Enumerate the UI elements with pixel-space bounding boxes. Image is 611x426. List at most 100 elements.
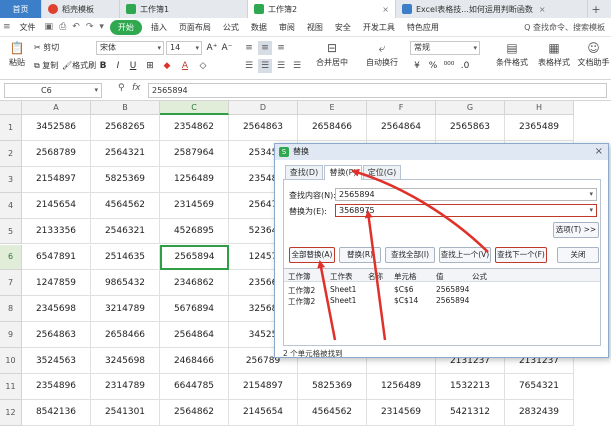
cell-g1[interactable]: 2565863 — [436, 115, 505, 141]
fx-label[interactable]: fx — [132, 83, 141, 93]
cell-c12[interactable]: 2564862 — [160, 399, 229, 426]
tab-docer-templates[interactable]: 稻壳模板 — [42, 0, 120, 18]
cell-h11[interactable]: 7654321 — [505, 374, 574, 400]
align-top-icon[interactable]: ≡ — [242, 41, 256, 55]
align-right-icon[interactable]: ☰ — [274, 59, 288, 73]
cell-a10[interactable]: 3524563 — [22, 348, 91, 374]
cell-a4[interactable]: 2145654 — [22, 192, 91, 219]
cell-e12[interactable]: 4564562 — [298, 399, 367, 426]
column-header-a[interactable]: A — [22, 101, 91, 115]
bold-button[interactable]: B — [96, 59, 110, 73]
cell-a6[interactable]: 6547891 — [22, 244, 91, 271]
thousands-separator-icon[interactable]: ⁰⁰⁰ — [442, 59, 456, 73]
column-header-f[interactable]: F — [367, 101, 436, 115]
fill-color-icon[interactable]: ◆ — [160, 59, 174, 73]
cell-a3[interactable]: 2154897 — [22, 166, 91, 193]
options-button[interactable]: 选项(T) >> — [553, 222, 599, 238]
row-header-1[interactable]: 1 — [0, 115, 22, 141]
cell-b1[interactable]: 2568265 — [91, 115, 160, 141]
find-previous-button[interactable]: 查找上一个(V) — [439, 247, 491, 263]
menu-developer[interactable]: 开发工具 — [357, 22, 401, 33]
menu-review[interactable]: 审阅 — [273, 22, 301, 33]
replace-button[interactable]: 替换(R) — [339, 247, 381, 263]
decrease-font-icon[interactable]: A⁻ — [220, 41, 234, 55]
cell-f11[interactable]: 1256489 — [367, 374, 436, 400]
cell-f12[interactable]: 2314569 — [367, 399, 436, 426]
cell-a5[interactable]: 2133356 — [22, 218, 91, 245]
cell-e1[interactable]: 2658466 — [298, 115, 367, 141]
cell-c9[interactable]: 2564864 — [160, 322, 229, 349]
wrap-text-button[interactable]: ⤶ 自动换行 — [360, 41, 404, 68]
menu-data[interactable]: 数据 — [245, 22, 273, 33]
row-header-3[interactable]: 3 — [0, 166, 22, 193]
print-icon[interactable]: ⎙ — [56, 22, 69, 32]
result-row-1-workbook[interactable]: 工作簿2 — [288, 285, 315, 296]
select-all-corner[interactable] — [0, 101, 22, 115]
align-left-icon[interactable]: ☰ — [242, 59, 256, 73]
borders-icon[interactable]: ⊞ — [143, 59, 157, 73]
row-header-12[interactable]: 12 — [0, 399, 22, 426]
row-header-9[interactable]: 9 — [0, 322, 22, 349]
tab-find[interactable]: 查找(D) — [285, 165, 323, 179]
cell-b7[interactable]: 9865432 — [91, 270, 160, 297]
tab-workbook1[interactable]: 工作簿1 — [120, 0, 248, 18]
row-header-11[interactable]: 11 — [0, 374, 22, 400]
column-header-g[interactable]: G — [436, 101, 505, 115]
cell-c2[interactable]: 2587964 — [160, 140, 229, 167]
cell-c5[interactable]: 4526895 — [160, 218, 229, 245]
row-header-4[interactable]: 4 — [0, 192, 22, 219]
cell-c10[interactable]: 2468466 — [160, 348, 229, 374]
redo-icon[interactable]: ↷ — [83, 22, 97, 32]
result-row-2-workbook[interactable]: 工作簿2 — [288, 296, 315, 307]
justify-icon[interactable]: ☰ — [290, 59, 304, 73]
cell-b10[interactable]: 3245698 — [91, 348, 160, 374]
formula-input[interactable]: 2565894 — [148, 83, 607, 98]
save-icon[interactable]: ▣ — [42, 22, 57, 32]
cell-g11[interactable]: 1532213 — [436, 374, 505, 400]
cell-d1[interactable]: 2564863 — [229, 115, 298, 141]
chevron-down-icon[interactable]: ▾ — [589, 205, 593, 216]
close-button[interactable]: 关闭 — [557, 247, 599, 263]
row-header-10[interactable]: 10 — [0, 348, 22, 374]
align-center-icon[interactable]: ☰ — [258, 59, 272, 73]
column-header-h[interactable]: H — [505, 101, 574, 115]
menu-page-layout[interactable]: 页面布局 — [173, 22, 217, 33]
row-header-8[interactable]: 8 — [0, 296, 22, 323]
cell-h1[interactable]: 2365489 — [505, 115, 574, 141]
replace-with-input[interactable]: 3568975 ▾ — [335, 204, 597, 217]
tab-replace[interactable]: 替换(P) — [324, 165, 362, 180]
tab-workbook2[interactable]: 工作簿2 × — [248, 0, 396, 18]
cell-b11[interactable]: 2314789 — [91, 374, 160, 400]
tab-home[interactable]: 首页 — [0, 0, 42, 18]
result-row-1-sheet[interactable]: Sheet1 — [330, 285, 356, 294]
cell-a7[interactable]: 1247859 — [22, 270, 91, 297]
merge-center-button[interactable]: ⊟ 合并居中 — [310, 41, 354, 68]
paste-button[interactable]: 📋 粘贴 — [4, 41, 30, 68]
cell-b5[interactable]: 2546321 — [91, 218, 160, 245]
cell-b8[interactable]: 3214789 — [91, 296, 160, 323]
clear-format-icon[interactable]: ◇ — [196, 59, 210, 73]
conditional-format-button[interactable]: ▤ 条件格式 — [492, 41, 532, 68]
menu-formulas[interactable]: 公式 — [217, 22, 245, 33]
cell-b12[interactable]: 2541301 — [91, 399, 160, 426]
cell-b9[interactable]: 2658466 — [91, 322, 160, 349]
align-middle-icon[interactable]: ≡ — [258, 41, 272, 55]
menu-insert[interactable]: 插入 — [145, 22, 173, 33]
cell-e11[interactable]: 5825369 — [298, 374, 367, 400]
table-style-button[interactable]: ▦ 表格样式 — [534, 41, 574, 68]
result-row-1-value[interactable]: 2565894 — [436, 285, 469, 294]
font-size-select[interactable]: 14 ▾ — [166, 41, 202, 55]
close-tab-icon[interactable]: × — [382, 5, 389, 14]
menu-file[interactable]: 文件 — [14, 22, 42, 33]
cell-g12[interactable]: 5421312 — [436, 399, 505, 426]
cell-a12[interactable]: 8542136 — [22, 399, 91, 426]
row-header-2[interactable]: 2 — [0, 140, 22, 167]
command-search[interactable]: Q 查找命令、搜索模板 — [524, 22, 611, 33]
column-header-e[interactable]: E — [298, 101, 367, 115]
zoom-magnifier-icon[interactable]: ⚲ — [118, 83, 125, 93]
close-icon[interactable]: × — [595, 145, 603, 159]
chevron-down-icon[interactable]: ▾ — [589, 189, 593, 200]
cell-c7[interactable]: 2346862 — [160, 270, 229, 297]
cell-d11[interactable]: 2154897 — [229, 374, 298, 400]
cell-b2[interactable]: 2564321 — [91, 140, 160, 167]
